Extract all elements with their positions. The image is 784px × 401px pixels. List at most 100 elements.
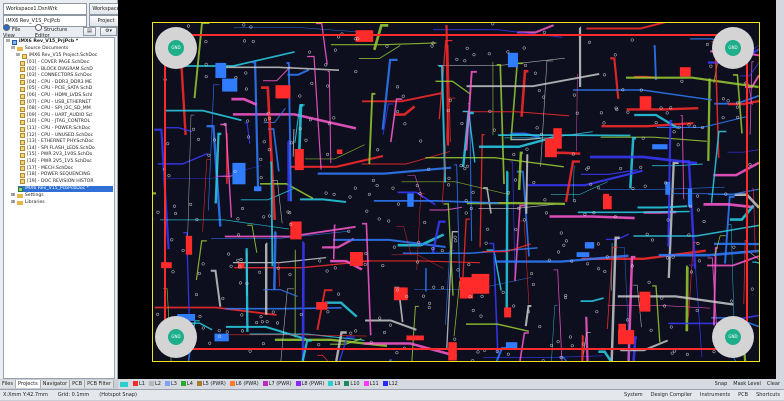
layer-tab[interactable]: L1: [133, 381, 145, 387]
snap-button[interactable]: Snap: [715, 379, 728, 389]
status-bar: X:Xmm Y:42.7mm Grid: 0.1mm (Hotspot Snap…: [0, 389, 784, 400]
tree-project-sch[interactable]: ⊟ iMX6 Rev_V15 Project.SchDoc: [16, 53, 97, 59]
toolbar-icon-button[interactable]: ▤: [82, 26, 97, 36]
layer-color-swatch: [164, 381, 170, 386]
tree-doc-item[interactable]: [11] - CPU - POWER.SchDoc: [20, 126, 90, 132]
tab-projects[interactable]: Projects: [15, 380, 41, 388]
tree-doc-label: [04] - CPU - DDR3_DDR3 ME: [27, 79, 92, 85]
tree-doc-item[interactable]: [04] - CPU - DDR3_DDR3 ME: [20, 80, 92, 86]
layer-tab[interactable]: L5 (PWR): [196, 381, 226, 387]
layer-tab-label: L3: [170, 381, 177, 387]
collapse-icon[interactable]: ⊟: [11, 46, 15, 52]
design-compiler-button[interactable]: Design Compiler: [651, 390, 692, 401]
pcb-board[interactable]: GND GND GND GND: [152, 22, 760, 362]
tree-doc-item[interactable]: [10] - CPU - JTAG_CONTROL: [20, 119, 90, 125]
layer-tab[interactable]: L8 (PWR): [295, 381, 324, 387]
layer-color-swatch: [148, 381, 154, 386]
cursor-coords: X:Xmm Y:42.7mm: [3, 392, 48, 398]
layer-tab[interactable]: L7 (PWR): [262, 381, 292, 387]
layer-tab[interactable]: L4: [180, 381, 193, 387]
tree-pcb-doc[interactable]: iMX6 Rev_V15_PcbPcbDoc *: [18, 186, 113, 192]
mask-level-button[interactable]: Mask Level: [733, 379, 761, 389]
tab-pcb-filter[interactable]: PCB Filter: [85, 380, 115, 388]
options-dropdown-button[interactable]: ⚙▾: [100, 26, 117, 36]
tree-libraries[interactable]: ⊞ Libraries: [11, 200, 45, 206]
layer-tab[interactable]: L12: [382, 381, 398, 387]
layer-set-icon[interactable]: [120, 381, 128, 387]
collapse-icon[interactable]: ⊟: [6, 39, 10, 45]
tree-doc-label: [05] - CPU - PCIE_SATA SchD: [27, 86, 93, 92]
schdoc-icon: [20, 166, 25, 172]
schdoc-icon: [20, 119, 25, 125]
tree-doc-label: [03] - CONNECTORS.SchDoc: [27, 73, 93, 79]
tree-doc-item[interactable]: [12] - CPU - UNUSED.SchDoc: [20, 133, 93, 139]
vertical-scrollbar[interactable]: [776, 0, 784, 379]
tree-doc-item[interactable]: [03] - CONNECTORS.SchDoc: [20, 73, 92, 79]
layer-tab[interactable]: L10: [344, 381, 360, 387]
expand-icon[interactable]: ⊞: [11, 200, 15, 206]
tree-doc-item[interactable]: [18] - POWER SEQUENCING.: [20, 172, 92, 178]
mounting-hole-top-left[interactable]: GND: [155, 27, 197, 69]
layer-tab[interactable]: L3: [164, 381, 177, 387]
tree-doc-item[interactable]: [01] - COVER PAGE.SchDoc: [20, 60, 89, 66]
tree-doc-item[interactable]: [05] - CPU - PCIE_SATA SchD: [20, 86, 92, 92]
tree-doc-item[interactable]: [07] - CPU - USB_ETHERNET: [20, 100, 91, 106]
tree-source-folder[interactable]: ⊟ Source Documents: [11, 46, 68, 52]
tree-source-label: Source Documents: [24, 46, 69, 51]
tree-doc-item[interactable]: [16] - PWR 2V5_1V5.SchDoc: [20, 159, 92, 165]
clear-button[interactable]: Clear: [767, 379, 780, 389]
tree-doc-item[interactable]: [14] - SPI FLASH_LEDS.SchDo: [20, 146, 95, 152]
tree-doc-label: [02] - BLOCK DIAGRAM.SchD: [27, 66, 93, 72]
shortcuts-button[interactable]: Shortcuts: [756, 390, 780, 401]
tree-doc-item[interactable]: [15] - PWR 2V3_1V0S.SchDo: [20, 152, 92, 158]
layer-tab[interactable]: L11: [363, 381, 379, 387]
pcb-traces: [153, 23, 759, 361]
instruments-button[interactable]: Instruments: [700, 390, 730, 401]
workspace-select[interactable]: Workspace1.DsnWrk: [3, 3, 87, 15]
tab-pcb[interactable]: PCB: [70, 380, 86, 388]
layer-tab[interactable]: L2: [148, 381, 161, 387]
mounting-hole-bottom-right[interactable]: GND: [712, 316, 754, 358]
tree-doc-item[interactable]: [08] - CPU - SPI_I2C_SD_MM: [20, 106, 91, 112]
tree-doc-label: [18] - POWER SEQUENCING.: [27, 172, 92, 178]
collapse-icon[interactable]: ⊟: [16, 53, 20, 59]
folder-icon: [16, 201, 23, 205]
layer-color-swatch: [344, 381, 350, 386]
schdoc-icon: [20, 67, 25, 73]
layer-color-swatch: [328, 381, 334, 386]
tree-doc-item[interactable]: [06] - CPU - HDMI_LVDS.SchI: [20, 93, 92, 99]
tree-root[interactable]: ⊟ iMX6 Rev_V15_PrjPcb *: [6, 39, 78, 45]
tree-doc-item[interactable]: [17] - MECH.SchDoc: [20, 166, 73, 172]
layer-tab[interactable]: L9: [328, 381, 340, 387]
expand-icon[interactable]: ⊞: [11, 193, 15, 199]
project-tree: ⊟ iMX6 Rev_V15_PrjPcb * ⊟ Source Documents…: [3, 37, 115, 379]
radio-icon: [34, 23, 42, 31]
tree-doc-item[interactable]: [02] - BLOCK DIAGRAM.SchD: [20, 67, 93, 73]
tree-doc-label: [17] - MECH.SchDoc: [27, 165, 74, 171]
tree-doc-label: [15] - PWR 2V3_1V0S.SchDo: [27, 152, 93, 158]
tree-settings[interactable]: ⊞ Settings: [11, 193, 44, 199]
tab-files[interactable]: Files: [0, 380, 16, 388]
layer-tab-label: L9: [334, 381, 341, 387]
pcb-panel-button[interactable]: PCB: [738, 390, 748, 401]
tree-doc-item[interactable]: [19] - DOC REVISION HISTOR: [20, 179, 94, 185]
mounting-hole-top-right[interactable]: GND: [712, 27, 754, 69]
tree-settings-label: Settings: [24, 193, 44, 198]
tree-doc-item[interactable]: [09] - CPU - UART_AUDIO Scl: [20, 113, 93, 119]
schdoc-icon: [20, 139, 25, 145]
tree-pcb-label: iMX6 Rev_V15_PcbPcbDoc *: [25, 186, 89, 191]
tree-root-label: iMX6 Rev_V15_PrjPcb *: [18, 39, 79, 44]
tree-doc-item[interactable]: [13] - ETHERNET PHY.SchDoc: [20, 139, 94, 145]
layer-color-swatch: [229, 381, 235, 386]
pcb-canvas[interactable]: GND GND GND GND: [118, 0, 784, 379]
layer-color-swatch: [133, 381, 138, 386]
tab-navigator[interactable]: Navigator: [40, 380, 71, 388]
system-button[interactable]: System: [624, 390, 643, 401]
layer-tab[interactable]: L6 (PWR): [229, 381, 259, 387]
schdoc-icon: [20, 86, 25, 92]
pcb-project-icon: [11, 39, 17, 45]
layer-tab-label: L1: [139, 381, 145, 387]
tree-doc-label: [13] - ETHERNET PHY.SchDoc: [27, 139, 94, 145]
mounting-hole-bottom-left[interactable]: GND: [155, 316, 197, 358]
schdoc-icon: [20, 126, 25, 132]
